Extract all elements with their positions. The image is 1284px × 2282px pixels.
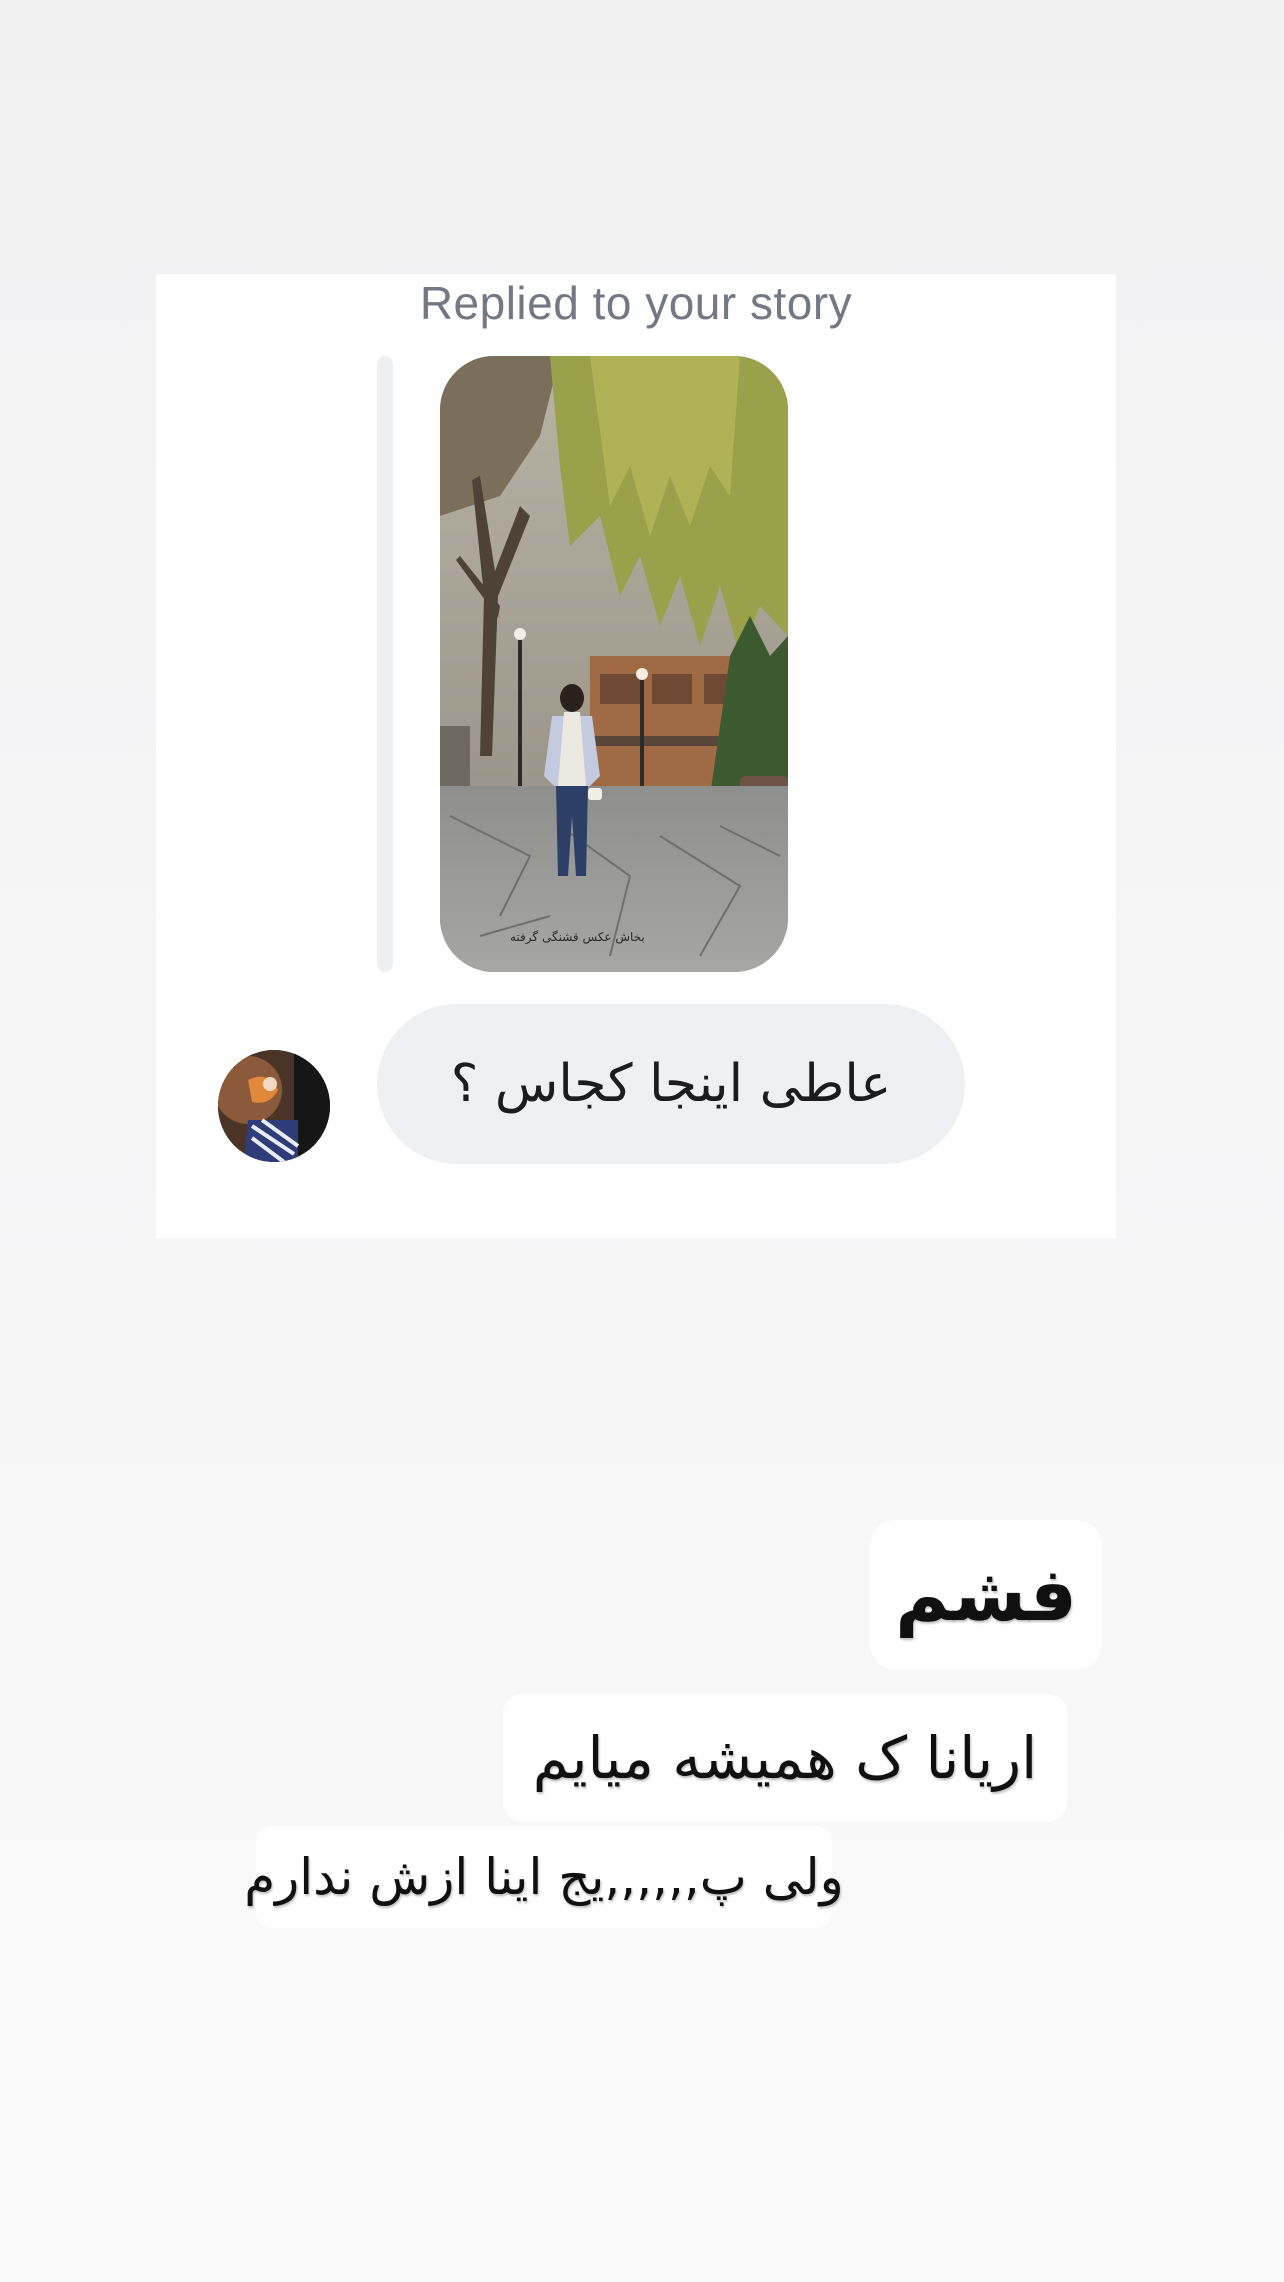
message-bubble[interactable]: عاطی اینجا کجاس ؟	[377, 1004, 965, 1164]
story-watermark: بخاش عکس قشنگی گرفته	[510, 930, 645, 944]
story-thumbnail[interactable]: بخاش عکس قشنگی گرفته	[440, 356, 788, 972]
replied-to-story-label: Replied to your story	[419, 277, 853, 329]
caption-location: فشم	[870, 1520, 1102, 1670]
story-reply-card: Replied to your story بخاش عکس قشنگی گرف…	[156, 274, 1116, 1238]
message-text: عاطی اینجا کجاس ؟	[450, 1054, 892, 1114]
caption-line-2: اریانا ک همیشه میایم	[503, 1694, 1067, 1822]
caption-line-3: ولی پ,,,,,,یج اینا ازش ندارم	[244, 1826, 844, 1928]
avatar-photo	[218, 1050, 330, 1162]
avatar[interactable]	[218, 1050, 330, 1162]
reply-quote-bar	[377, 356, 393, 972]
story-photo	[440, 356, 788, 972]
